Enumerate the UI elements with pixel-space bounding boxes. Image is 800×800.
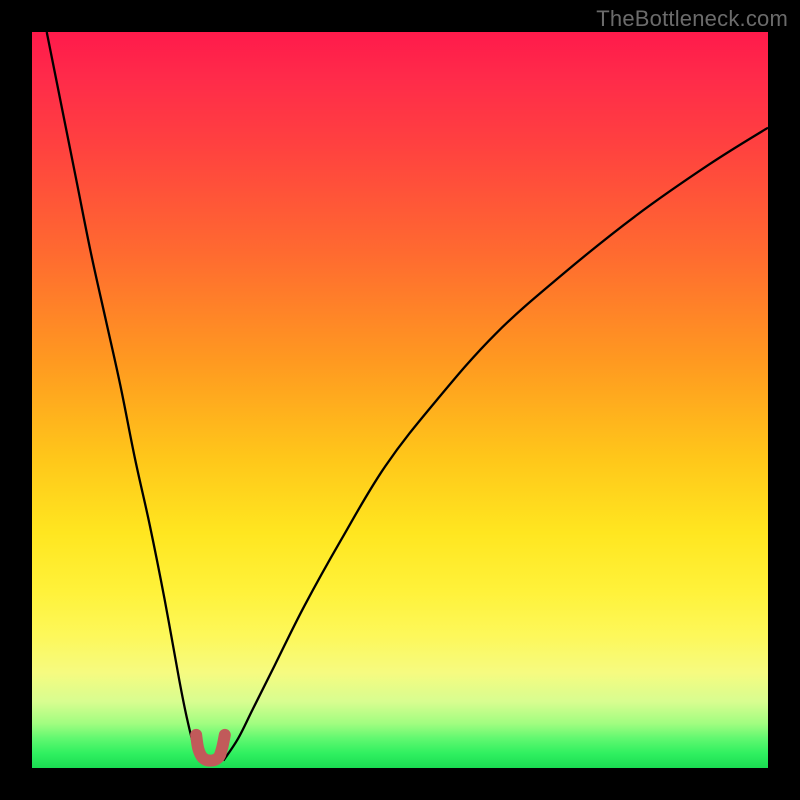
right-branch-curve: [223, 128, 768, 761]
chart-frame: TheBottleneck.com: [0, 0, 800, 800]
watermark-text: TheBottleneck.com: [596, 6, 788, 32]
left-branch-curve: [47, 32, 202, 761]
trough-marker-curve: [196, 735, 225, 761]
curve-layer: [32, 32, 768, 768]
plot-area: [32, 32, 768, 768]
